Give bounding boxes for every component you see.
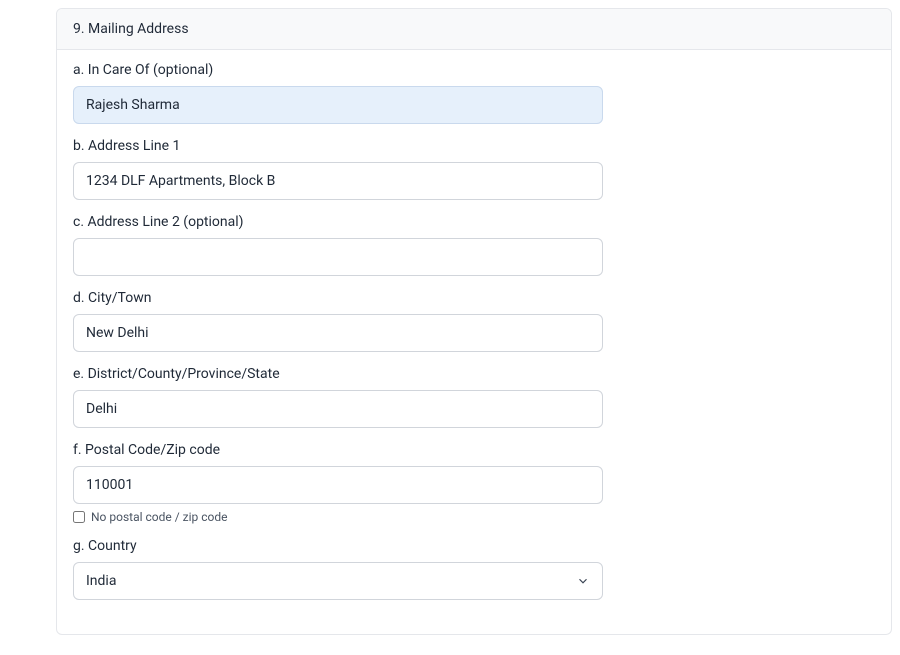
chevron-down-icon [576,574,590,588]
address-line-1-input[interactable] [73,162,603,200]
field-in-care-of: a. In Care Of (optional) [73,62,875,124]
field-address-line-1: b. Address Line 1 [73,138,875,200]
city-input[interactable] [73,314,603,352]
field-country: g. Country India [73,538,875,600]
district-label: e. District/County/Province/State [73,366,875,382]
city-label: d. City/Town [73,290,875,306]
section-title: 9. Mailing Address [57,9,891,50]
address-line-1-label: b. Address Line 1 [73,138,875,154]
postal-code-input[interactable] [73,466,603,504]
field-city: d. City/Town [73,290,875,352]
address-line-2-label: c. Address Line 2 (optional) [73,214,875,230]
in-care-of-label: a. In Care Of (optional) [73,62,875,78]
country-label: g. Country [73,538,875,554]
no-postal-code-label: No postal code / zip code [91,510,228,524]
section-body: a. In Care Of (optional) b. Address Line… [57,50,891,634]
field-address-line-2: c. Address Line 2 (optional) [73,214,875,276]
country-select-value: India [86,573,116,589]
field-postal-code: f. Postal Code/Zip code No postal code /… [73,442,875,524]
address-line-2-input[interactable] [73,238,603,276]
in-care-of-input[interactable] [73,86,603,124]
no-postal-code-checkbox[interactable] [73,511,85,523]
district-input[interactable] [73,390,603,428]
field-district: e. District/County/Province/State [73,366,875,428]
country-select[interactable]: India [73,562,603,600]
postal-code-label: f. Postal Code/Zip code [73,442,875,458]
mailing-address-section: 9. Mailing Address a. In Care Of (option… [56,8,892,635]
no-postal-code-row: No postal code / zip code [73,510,875,524]
